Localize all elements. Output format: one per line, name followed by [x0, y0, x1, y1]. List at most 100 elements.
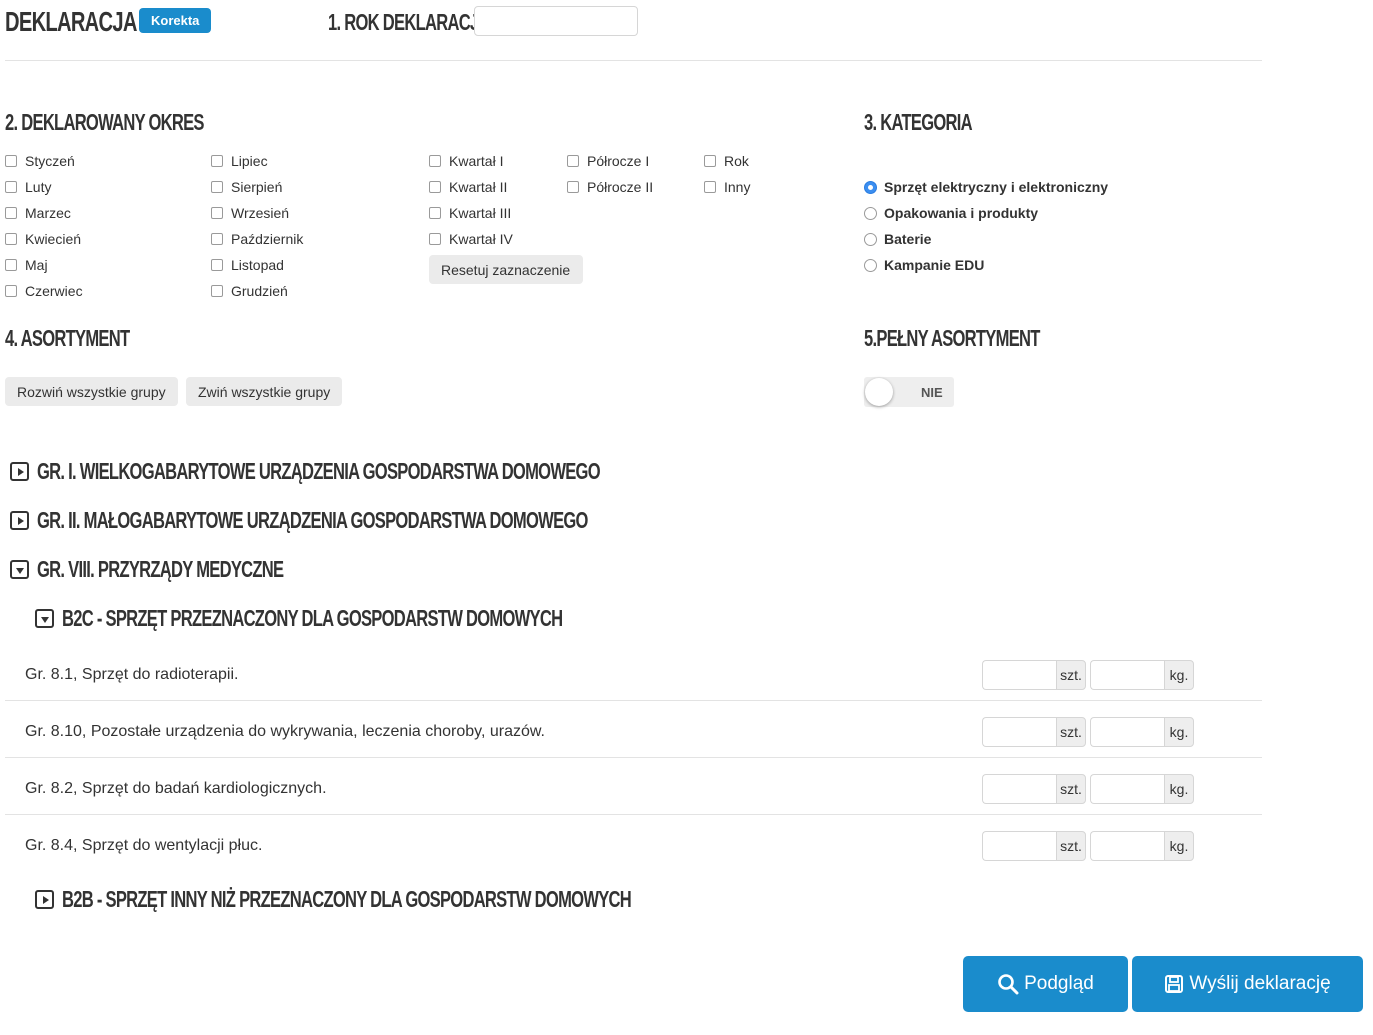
- radio-batteries[interactable]: Baterie: [864, 226, 1108, 252]
- checkbox-label: Czerwiec: [25, 283, 83, 299]
- quantity-input-group: szt.: [982, 830, 1086, 861]
- radio-dot[interactable]: [864, 180, 877, 194]
- radio-dot[interactable]: [864, 232, 877, 246]
- checkbox-month[interactable]: Luty: [5, 174, 83, 200]
- checkbox-box[interactable]: [429, 207, 441, 219]
- checkbox-box[interactable]: [429, 155, 441, 167]
- quantity-input[interactable]: [982, 773, 1056, 804]
- toggle-label: NIE: [921, 384, 943, 400]
- weight-input[interactable]: [1090, 830, 1164, 861]
- weight-input[interactable]: [1090, 773, 1164, 804]
- table-row: Gr. 8.1, Sprzęt do radioterapii. szt. kg…: [5, 646, 1262, 703]
- radio-label: Baterie: [884, 231, 932, 247]
- checkbox-quarter[interactable]: Kwartał IV: [429, 226, 513, 252]
- checkbox-label: Kwartał I: [449, 153, 504, 169]
- checkbox-quarter[interactable]: Kwartał II: [429, 174, 513, 200]
- checkbox-box[interactable]: [5, 259, 17, 271]
- send-declaration-button[interactable]: Wyślij deklarację: [1132, 956, 1363, 1012]
- checkbox-box[interactable]: [5, 285, 17, 297]
- unit-kg: kg.: [1164, 659, 1194, 690]
- checkbox-label: Inny: [724, 179, 751, 195]
- checkbox-quarter[interactable]: Kwartał I: [429, 148, 513, 174]
- months-col1: Styczeń Luty Marzec Kwiecień Maj Czerwie…: [5, 148, 83, 304]
- checkbox-box[interactable]: [211, 181, 223, 193]
- checkbox-label: Listopad: [231, 257, 284, 273]
- table-row: Gr. 8.10, Pozostałe urządzenia do wykryw…: [5, 703, 1262, 760]
- quantity-input-group: szt.: [982, 659, 1086, 690]
- checkbox-half[interactable]: Półrocze II: [567, 174, 653, 200]
- checkbox-month[interactable]: Marzec: [5, 200, 83, 226]
- checkbox-box[interactable]: [429, 233, 441, 245]
- item-label: Gr. 8.10, Pozostałe urządzenia do wykryw…: [25, 722, 545, 740]
- checkbox-box[interactable]: [5, 155, 17, 167]
- checkbox-box[interactable]: [211, 233, 223, 245]
- halves-col: Półrocze I Półrocze II: [567, 148, 653, 200]
- table-row: Gr. 8.2, Sprzęt do badań kardiologicznyc…: [5, 760, 1262, 817]
- caret-down-square-icon: [10, 560, 29, 579]
- quantity-input-group: szt.: [982, 773, 1086, 804]
- save-icon: [1165, 975, 1184, 993]
- checkbox-month[interactable]: Grudzień: [211, 278, 303, 304]
- checkbox-box[interactable]: [211, 259, 223, 271]
- checkbox-box[interactable]: [5, 207, 17, 219]
- reset-selection-button[interactable]: Resetuj zaznaczenie: [429, 255, 583, 284]
- weight-input[interactable]: [1090, 716, 1164, 747]
- checkbox-year[interactable]: Rok: [704, 148, 750, 174]
- year-input[interactable]: [474, 6, 638, 36]
- radio-edu[interactable]: Kampanie EDU: [864, 252, 1108, 278]
- expand-all-button[interactable]: Rozwiń wszystkie grupy: [5, 377, 178, 406]
- radio-dot[interactable]: [864, 206, 877, 220]
- row-divider: [5, 814, 1262, 815]
- quantity-input[interactable]: [982, 659, 1056, 690]
- months-col2: Lipiec Sierpień Wrzesień Październik Lis…: [211, 148, 303, 304]
- checkbox-month[interactable]: Listopad: [211, 252, 303, 278]
- toggle-knob[interactable]: [865, 378, 893, 406]
- checkbox-label: Maj: [25, 257, 48, 273]
- unit-kg: kg.: [1164, 716, 1194, 747]
- checkbox-box[interactable]: [704, 181, 716, 193]
- checkbox-box[interactable]: [5, 181, 17, 193]
- subgroup-b2c-header[interactable]: B2C - SPRZĘT PRZEZNACZONY DLA GOSPODARST…: [35, 607, 757, 630]
- group-2-header[interactable]: GR. II. MAŁOGABARYTOWE URZĄDZENIA GOSPOD…: [10, 509, 802, 532]
- checkbox-box[interactable]: [211, 207, 223, 219]
- checkbox-month[interactable]: Styczeń: [5, 148, 83, 174]
- checkbox-other[interactable]: Inny: [704, 174, 750, 200]
- collapse-all-button[interactable]: Zwiń wszystkie grupy: [186, 377, 343, 406]
- radio-dot[interactable]: [864, 258, 877, 272]
- full-assortment-toggle[interactable]: NIE: [864, 377, 954, 407]
- checkbox-label: Kwiecień: [25, 231, 82, 247]
- checkbox-half[interactable]: Półrocze I: [567, 148, 653, 174]
- group-8-header[interactable]: GR. VIII. PRZYRZĄDY MEDYCZNE: [10, 558, 379, 581]
- checkbox-label: Wrzesień: [231, 205, 290, 221]
- subgroup-b2b-header[interactable]: B2B - SPRZĘT INNY NIŻ PRZEZNACZONY DLA G…: [35, 888, 852, 911]
- radio-packaging[interactable]: Opakowania i produkty: [864, 200, 1108, 226]
- radio-label: Sprzęt elektryczny i elektroniczny: [884, 179, 1109, 195]
- radio-electronics[interactable]: Sprzęt elektryczny i elektroniczny: [864, 174, 1108, 200]
- quantity-input[interactable]: [982, 830, 1056, 861]
- quantity-input-group: szt.: [982, 716, 1086, 747]
- checkbox-box[interactable]: [567, 155, 579, 167]
- weight-input[interactable]: [1090, 659, 1164, 690]
- checkbox-month[interactable]: Październik: [211, 226, 303, 252]
- checkbox-month[interactable]: Sierpień: [211, 174, 303, 200]
- checkbox-box[interactable]: [567, 181, 579, 193]
- item-label: Gr. 8.2, Sprzęt do badań kardiologicznyc…: [25, 779, 327, 797]
- checkbox-label: Kwartał III: [449, 205, 512, 221]
- checkbox-month[interactable]: Czerwiec: [5, 278, 83, 304]
- row-divider: [5, 757, 1262, 758]
- checkbox-month[interactable]: Maj: [5, 252, 83, 278]
- checkbox-box[interactable]: [5, 233, 17, 245]
- unit-szt: szt.: [1056, 716, 1086, 747]
- checkbox-box[interactable]: [704, 155, 716, 167]
- checkbox-box[interactable]: [429, 181, 441, 193]
- checkbox-month[interactable]: Kwiecień: [5, 226, 83, 252]
- checkbox-quarter[interactable]: Kwartał III: [429, 200, 513, 226]
- preview-button[interactable]: Podgląd: [963, 956, 1128, 1012]
- checkbox-month[interactable]: Wrzesień: [211, 200, 303, 226]
- quantity-input[interactable]: [982, 716, 1056, 747]
- checkbox-month[interactable]: Lipiec: [211, 148, 303, 174]
- full-assortment-title: 5.PEŁNY ASORTYMENT: [864, 325, 1040, 351]
- group-1-header[interactable]: GR. I. WIELKOGABARYTOWE URZĄDZENIA GOSPO…: [10, 460, 819, 483]
- checkbox-box[interactable]: [211, 285, 223, 297]
- checkbox-box[interactable]: [211, 155, 223, 167]
